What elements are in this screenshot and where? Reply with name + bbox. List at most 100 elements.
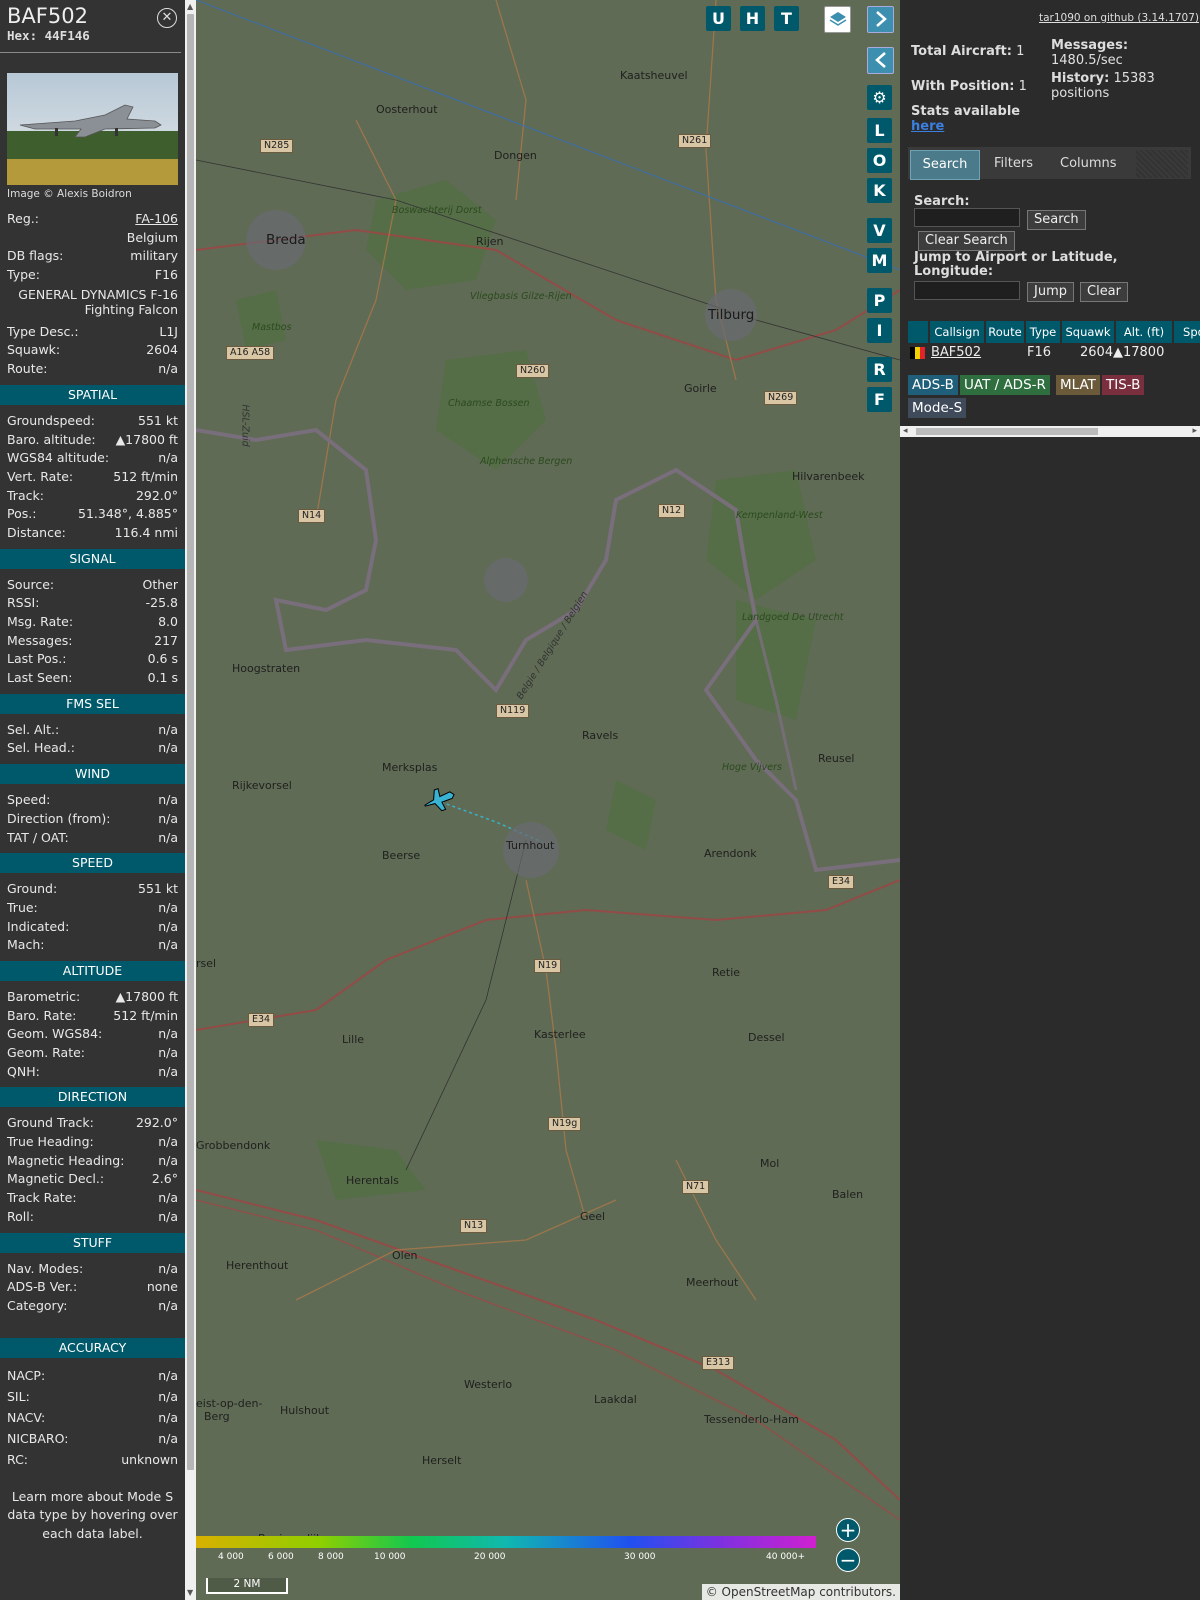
info-row-label[interactable]: Pos.: bbox=[7, 505, 36, 524]
map-attribution[interactable]: © OpenStreetMap contributors. bbox=[701, 1584, 900, 1600]
col-speed[interactable]: Spd bbox=[1174, 321, 1200, 343]
aircraft-marker-icon[interactable] bbox=[422, 786, 456, 814]
col-squawk[interactable]: Squawk bbox=[1062, 321, 1114, 343]
info-row-label[interactable]: True Heading: bbox=[7, 1133, 94, 1152]
info-row-label[interactable]: Sel. Alt.: bbox=[7, 721, 59, 740]
info-row-label[interactable]: QNH: bbox=[7, 1063, 40, 1082]
info-row-label[interactable]: Mach: bbox=[7, 936, 44, 955]
map-place-label: Olen bbox=[392, 1249, 418, 1262]
info-row-label[interactable]: Direction (from): bbox=[7, 810, 111, 829]
info-row-label[interactable]: Speed: bbox=[7, 791, 50, 810]
table-row-callsign[interactable]: BAF502 bbox=[931, 345, 981, 359]
hscroll-thumb[interactable] bbox=[916, 428, 1098, 435]
col-alt[interactable]: Alt. (ft) bbox=[1116, 321, 1172, 343]
info-row-label[interactable]: Source: bbox=[7, 576, 54, 595]
info-row-label[interactable]: Baro. altitude: bbox=[7, 431, 96, 450]
info-row-label[interactable]: Last Seen: bbox=[7, 669, 72, 688]
map-toggle-v-button[interactable]: V bbox=[867, 218, 892, 243]
info-row-label[interactable]: Vert. Rate: bbox=[7, 468, 73, 487]
info-row-label[interactable]: Messages: bbox=[7, 632, 73, 651]
info-row-label[interactable]: Last Pos.: bbox=[7, 650, 66, 669]
info-row-label[interactable]: Groundspeed: bbox=[7, 412, 95, 431]
road-shield: N12 bbox=[658, 504, 686, 518]
scroll-down-icon[interactable]: ▼ bbox=[187, 1588, 193, 1597]
info-row-label[interactable]: Magnetic Decl.: bbox=[7, 1170, 104, 1189]
map-toggle-l-button[interactable]: L bbox=[867, 118, 892, 143]
info-row-label[interactable]: Track: bbox=[7, 487, 44, 506]
map-toggle-f-button[interactable]: F bbox=[867, 387, 892, 412]
info-row-label[interactable]: Msg. Rate: bbox=[7, 613, 73, 632]
close-icon[interactable]: ✕ bbox=[157, 8, 177, 28]
source-badge-uat-ads-r[interactable]: UAT / ADS-R bbox=[960, 375, 1050, 395]
map-toggle-k-button[interactable]: K bbox=[867, 178, 892, 203]
tab-search[interactable]: Search bbox=[910, 150, 980, 180]
tabs-filler bbox=[1136, 150, 1188, 178]
info-row-label[interactable]: NACV: bbox=[7, 1407, 45, 1428]
settings-gear-icon[interactable]: ⚙ bbox=[867, 85, 892, 110]
source-badge-ads-b[interactable]: ADS-B bbox=[908, 375, 958, 395]
tab-filters[interactable]: Filters bbox=[986, 150, 1041, 178]
toggle-u-button[interactable]: U bbox=[706, 6, 731, 31]
info-row-label[interactable]: True: bbox=[7, 899, 38, 918]
info-row-label[interactable]: NICBARO: bbox=[7, 1428, 68, 1449]
expand-right-icon[interactable] bbox=[867, 6, 894, 33]
zoom-out-button[interactable]: − bbox=[836, 1548, 860, 1572]
stats-here-link[interactable]: here bbox=[911, 119, 944, 134]
info-row-label[interactable]: RSSI: bbox=[7, 594, 39, 613]
info-row-label[interactable]: Magnetic Heading: bbox=[7, 1152, 124, 1171]
info-row-label[interactable]: Geom. WGS84: bbox=[7, 1025, 102, 1044]
toggle-h-button[interactable]: H bbox=[740, 6, 765, 31]
search-input[interactable] bbox=[914, 208, 1020, 227]
info-scrollbar[interactable]: ▲ ▼ bbox=[185, 0, 196, 1600]
collapse-left-icon[interactable] bbox=[867, 47, 894, 74]
map-toggle-o-button[interactable]: O bbox=[867, 148, 892, 173]
search-button[interactable]: Search bbox=[1027, 210, 1086, 230]
info-row-label[interactable]: WGS84 altitude: bbox=[7, 449, 109, 468]
col-route[interactable]: Route bbox=[986, 321, 1024, 343]
col-type[interactable]: Type bbox=[1026, 321, 1060, 343]
scroll-up-icon[interactable]: ▲ bbox=[187, 2, 193, 11]
toggle-t-button[interactable]: T bbox=[774, 6, 799, 31]
jump-clear-button[interactable]: Clear bbox=[1080, 282, 1128, 302]
map-view[interactable]: Breda Tilburg Oosterhout Dongen Kaatsheuvel R… bbox=[196, 0, 900, 1600]
source-badge-tis-b[interactable]: TIS-B bbox=[1102, 375, 1145, 395]
info-row-label[interactable]: Distance: bbox=[7, 524, 66, 543]
info-row: Source: Other bbox=[0, 576, 185, 595]
info-row-label[interactable]: Indicated: bbox=[7, 918, 69, 937]
reg-link[interactable]: FA-106 bbox=[135, 210, 178, 229]
info-row-label[interactable]: Geom. Rate: bbox=[7, 1044, 85, 1063]
table-hscrollbar[interactable]: ◂ ▸ bbox=[900, 426, 1200, 437]
info-row-label[interactable]: Track Rate: bbox=[7, 1189, 77, 1208]
info-row-label[interactable]: Sel. Head.: bbox=[7, 739, 75, 758]
source-badge-mlat[interactable]: MLAT bbox=[1056, 375, 1100, 395]
info-row-label[interactable]: RC: bbox=[7, 1449, 28, 1470]
jump-button[interactable]: Jump bbox=[1027, 282, 1074, 302]
map-toggle-i-button[interactable]: I bbox=[867, 318, 892, 343]
tab-columns[interactable]: Columns bbox=[1052, 150, 1125, 178]
scroll-thumb[interactable] bbox=[187, 14, 194, 1470]
map-toggle-r-button[interactable]: R bbox=[867, 357, 892, 382]
info-row-label[interactable]: Roll: bbox=[7, 1208, 34, 1227]
layers-icon[interactable] bbox=[824, 6, 851, 33]
info-row-label[interactable]: Ground Track: bbox=[7, 1114, 94, 1133]
info-row-label[interactable]: Barometric: bbox=[7, 988, 80, 1007]
aircraft-photo[interactable] bbox=[7, 73, 178, 185]
map-scale: 2 NM bbox=[206, 1578, 288, 1594]
col-callsign[interactable]: Callsign bbox=[930, 321, 984, 343]
github-link[interactable]: tar1090 on github (3.14.1707) bbox=[1039, 12, 1199, 24]
clear-search-button[interactable]: Clear Search bbox=[918, 231, 1015, 251]
zoom-in-button[interactable]: + bbox=[836, 1518, 860, 1542]
map-toggle-m-button[interactable]: M bbox=[867, 248, 892, 273]
info-row-label[interactable]: ADS-B Ver.: bbox=[7, 1278, 77, 1297]
map-toggle-p-button[interactable]: P bbox=[867, 288, 892, 313]
jump-input[interactable] bbox=[914, 281, 1020, 300]
info-row-label[interactable]: Category: bbox=[7, 1297, 67, 1316]
info-row-label[interactable]: Baro. Rate: bbox=[7, 1007, 76, 1026]
info-row-label[interactable]: Nav. Modes: bbox=[7, 1260, 83, 1279]
source-badge-mode-s[interactable]: Mode-S bbox=[908, 398, 967, 418]
map-place-label: Hoogstraten bbox=[232, 662, 301, 675]
info-row-label[interactable]: SIL: bbox=[7, 1386, 30, 1407]
info-row-label[interactable]: Ground: bbox=[7, 880, 57, 899]
info-row-label[interactable]: NACP: bbox=[7, 1365, 45, 1386]
info-row-label[interactable]: TAT / OAT: bbox=[7, 829, 69, 848]
